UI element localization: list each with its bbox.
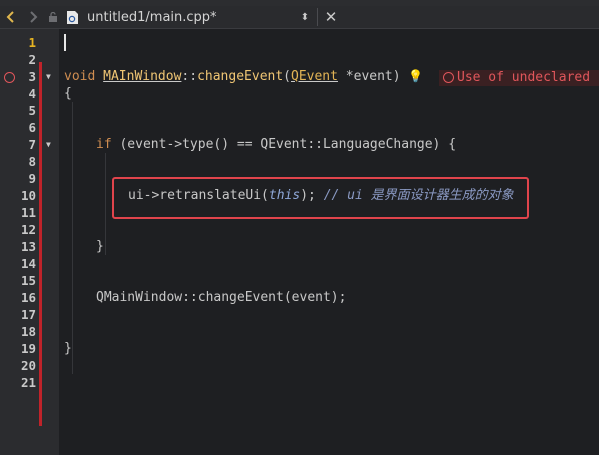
line-number[interactable]: 10 — [10, 187, 36, 204]
code-line-16: QMainWindow::changeEvent(event); — [96, 290, 347, 305]
lightbulb-icon[interactable]: 💡 — [408, 69, 423, 83]
param-type: QEvent — [291, 69, 338, 84]
if-condition: (event->type() == QEvent::LanguageChange… — [111, 137, 457, 152]
file-dropdown-icon[interactable]: ⬍ — [297, 12, 313, 23]
line-number[interactable]: 16 — [10, 289, 36, 306]
param-rest: *event) — [337, 69, 401, 84]
toolbar-separator — [317, 8, 318, 26]
text-cursor — [64, 34, 66, 51]
keyword-void: void — [64, 69, 104, 84]
file-title[interactable]: untitled1/main.cpp* — [87, 10, 297, 25]
keyword-if: if — [96, 137, 112, 152]
line-number[interactable]: 11 — [10, 204, 36, 221]
indent-guide — [72, 102, 73, 374]
line-number[interactable]: 4 — [10, 85, 36, 102]
method-name: changeEvent — [197, 69, 284, 84]
line-number[interactable]: 12 — [10, 221, 36, 238]
line-number[interactable]: 5 — [10, 102, 36, 119]
line-number[interactable]: 14 — [10, 255, 36, 272]
line-number-gutter[interactable]: ▼ ▼ 1 2 3 4 5 6 7 8 9 10 11 12 13 14 15 16 17 18 19 20 21 — [0, 29, 59, 455]
line-number[interactable]: 13 — [10, 238, 36, 255]
fold-icon[interactable]: ▼ — [46, 136, 51, 153]
line-number[interactable]: 7 — [10, 136, 36, 153]
back-arrow-icon[interactable] — [0, 6, 22, 28]
error-icon — [443, 72, 454, 83]
line-number[interactable]: 18 — [10, 323, 36, 340]
change-marker-bar — [39, 62, 42, 426]
fold-icon[interactable]: ▼ — [46, 68, 51, 85]
line-number[interactable]: 15 — [10, 272, 36, 289]
paren: ( — [283, 69, 291, 84]
code-line-3: void MAInWindow::changeEvent(QEvent *eve… — [64, 68, 401, 85]
line-number[interactable]: 20 — [10, 357, 36, 374]
code-line-19: } — [64, 341, 72, 356]
line-number[interactable]: 1 — [10, 34, 36, 51]
indent-guide — [105, 153, 106, 255]
close-icon[interactable]: ✕ — [322, 8, 340, 26]
code-line-4: { — [64, 86, 72, 101]
line-number[interactable]: 17 — [10, 306, 36, 323]
line-number[interactable]: 6 — [10, 119, 36, 136]
editor-toolbar: untitled1/main.cpp* ⬍ ✕ — [0, 6, 599, 29]
forward-arrow-icon[interactable] — [22, 6, 44, 28]
scope-operator: :: — [181, 69, 198, 84]
line-number[interactable]: 3 — [10, 68, 36, 85]
class-name: MAInWindow — [103, 69, 182, 84]
code-line-7: if (event->type() == QEvent::LanguageCha… — [96, 136, 456, 153]
code-line-13: } — [96, 239, 104, 254]
line-number[interactable]: 19 — [10, 340, 36, 357]
cpp-file-icon — [67, 10, 78, 24]
highlight-box — [112, 177, 529, 219]
line-number[interactable]: 21 — [10, 374, 36, 391]
code-editor-window: untitled1/main.cpp* ⬍ ✕ ▼ ▼ 1 2 3 4 5 6 7 8 9 10 1… — [0, 0, 599, 455]
line-number[interactable]: 9 — [10, 170, 36, 187]
line-number[interactable]: 2 — [10, 51, 36, 68]
lock-icon[interactable] — [48, 12, 58, 22]
line-number[interactable]: 8 — [10, 153, 36, 170]
code-area[interactable]: void MAInWindow::changeEvent(QEvent *eve… — [59, 29, 599, 455]
diagnostic-text[interactable]: Use of undeclared — [457, 69, 590, 86]
